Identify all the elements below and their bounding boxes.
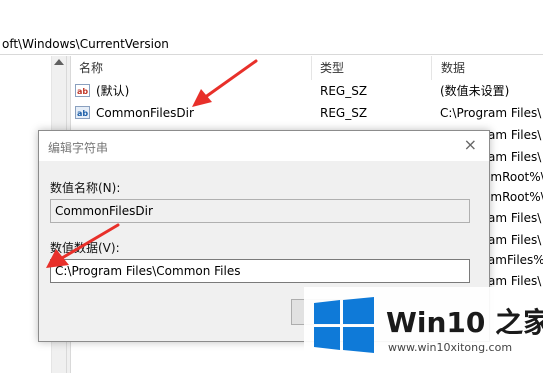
value-data: C:\Program Files\ [440,106,542,120]
value-name: (默认) [96,84,130,98]
value-data: (数值未设置) [440,84,510,98]
value-data: emRoot%\ [483,170,543,184]
value-type: REG_SZ [320,84,368,98]
watermark-brand-zh: 之家 [495,306,543,339]
watermark-brand: Win10 之家 [386,301,543,341]
column-header-type[interactable]: 类型 [312,56,432,80]
dialog-title: 编辑字符串 [48,141,109,155]
list-item[interactable]: ab CommonFilesDir REG_SZ C:\Program File… [71,102,543,124]
value-name-label: 数值名称(N): [50,181,121,195]
value-data: emRoot%\ [483,190,543,204]
close-icon[interactable]: × [464,135,477,154]
value-name-field[interactable]: CommonFilesDir [50,199,470,223]
value-name: CommonFilesDir [96,106,194,120]
scroll-up-icon[interactable] [54,59,64,65]
list-item[interactable]: ab (默认) REG_SZ (数值未设置) [71,80,543,102]
address-bar[interactable]: oft\Windows\CurrentVersion [0,33,543,55]
windows-logo-icon [314,297,374,353]
watermark-brand-en: Win10 [386,306,486,339]
arrow-annotation-icon [192,59,258,107]
value-type: REG_SZ [320,106,368,120]
string-value-icon: ab [75,84,90,97]
value-data: ramFiles% [483,253,543,267]
watermark: Win10 之家 www.win10xitong.com [304,287,543,373]
watermark-url: www.win10xitong.com [388,341,513,354]
column-header-data[interactable]: 数据 [432,56,543,80]
arrow-annotation-icon [46,223,120,268]
string-value-icon: ab [75,106,90,119]
